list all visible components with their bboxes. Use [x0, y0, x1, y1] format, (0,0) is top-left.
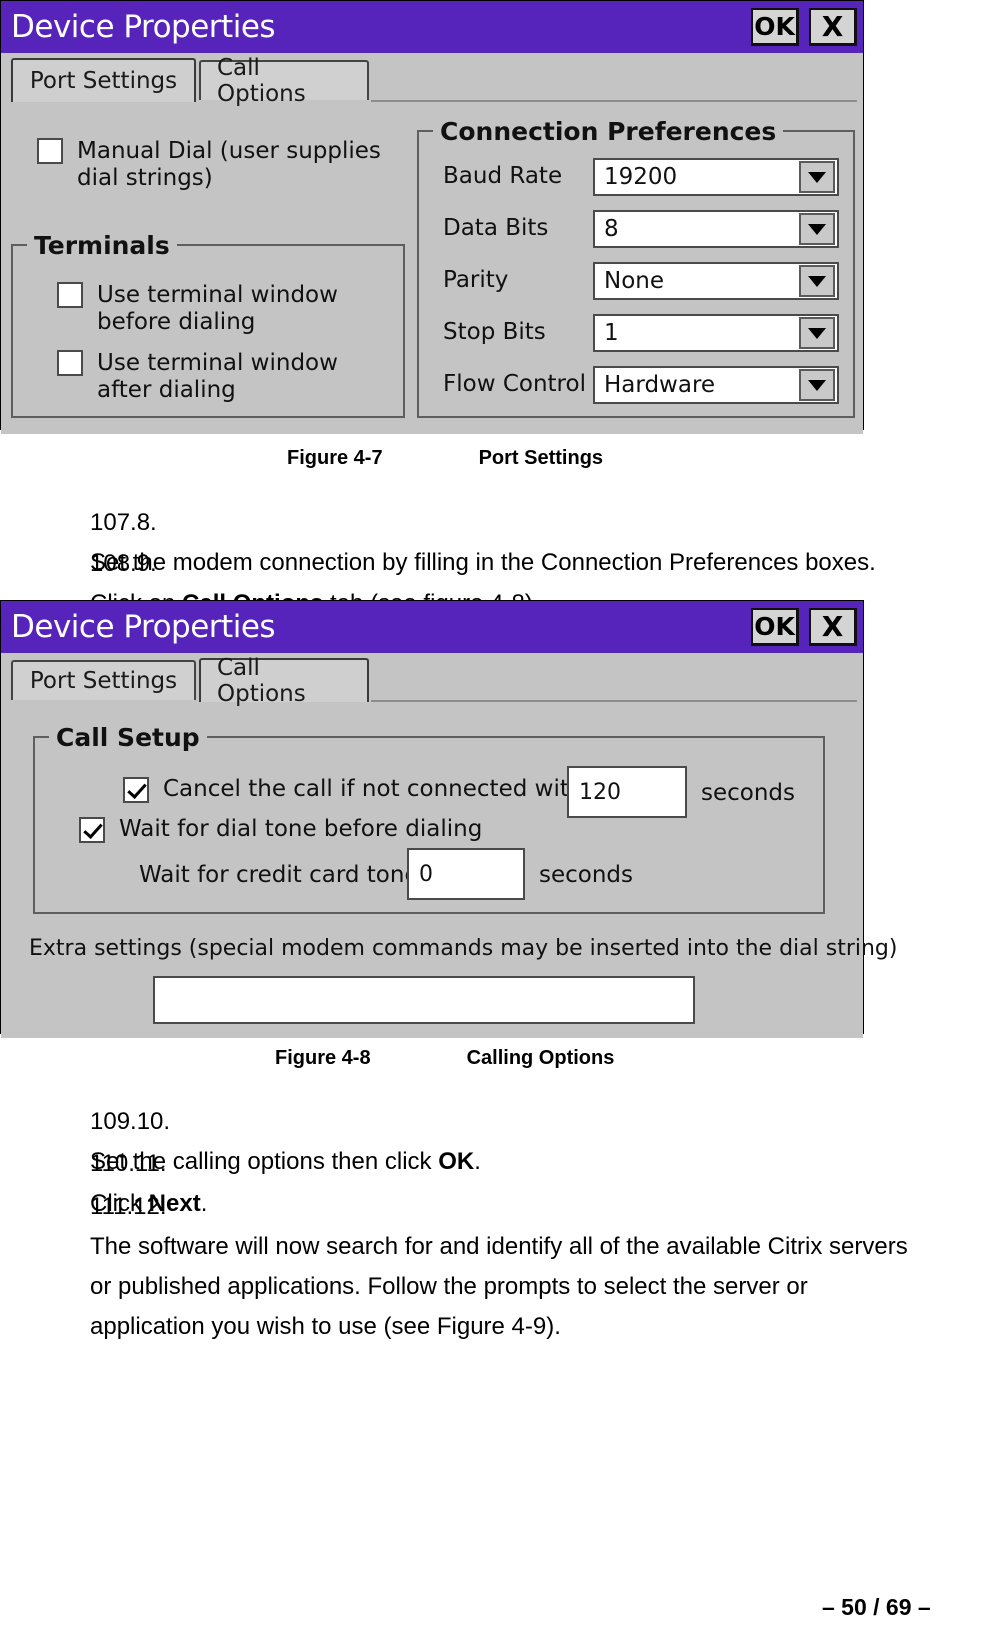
baud-rate-combobox[interactable]: 19200 — [593, 158, 839, 196]
tabstrip: Port Settings Call Options — [1, 655, 863, 707]
tab-label: Port Settings — [29, 668, 178, 694]
credit-card-tone-input[interactable]: 0 — [407, 848, 525, 900]
terminals-legend: Terminals — [27, 231, 177, 260]
use-terminal-after-row[interactable]: Use terminal window after dialing — [57, 350, 377, 404]
device-properties-dialog-port-settings: Device Properties OK X Port Settings Cal… — [0, 0, 864, 434]
stop-bits-combobox[interactable]: 1 — [593, 314, 839, 352]
use-terminal-after-checkbox[interactable] — [57, 350, 83, 376]
connection-preferences-groupbox: Connection Preferences Baud Rate 19200 D… — [417, 117, 855, 418]
step-number: 107.8. — [90, 509, 157, 536]
tab-call-options[interactable]: Call Options — [199, 655, 369, 707]
step-number: 108.9. — [90, 550, 157, 577]
dialog-titlebar: Device Properties OK X — [1, 601, 863, 653]
terminals-groupbox: Terminals Use terminal window before dia… — [11, 231, 405, 418]
use-terminal-before-label: Use terminal window before dialing — [97, 282, 338, 335]
parity-combobox[interactable]: None — [593, 262, 839, 300]
tabstrip-divider — [371, 100, 857, 102]
cancel-call-seconds-unit: seconds — [701, 780, 796, 806]
tabstrip-divider — [371, 700, 857, 702]
cancel-call-label: Cancel the call if not connected within — [163, 776, 605, 802]
figure-4-8-text: Calling Options — [466, 1047, 615, 1069]
use-terminal-before-checkbox[interactable] — [57, 282, 83, 308]
step-text: The software will now search for and ide… — [90, 1233, 908, 1340]
stop-bits-value: 1 — [604, 320, 619, 346]
dialog-body: Port Settings Call Options Call Setup Ca… — [1, 655, 897, 1038]
ok-button[interactable]: OK — [751, 8, 799, 46]
chevron-down-icon[interactable] — [799, 213, 835, 245]
titlebar-buttons: OK X — [751, 608, 857, 646]
flow-control-label: Flow Control — [443, 371, 586, 397]
dialog-titlebar: Device Properties OK X — [1, 1, 863, 53]
credit-card-tone-value: 0 — [419, 861, 433, 887]
flow-control-value: Hardware — [604, 372, 716, 398]
use-terminal-after-label: Use terminal window after dialing — [97, 350, 338, 403]
tab-label: Call Options — [217, 55, 306, 107]
figure-4-8-label: Figure 4-8 — [275, 1047, 371, 1069]
cancel-call-seconds-input[interactable]: 120 — [567, 766, 687, 818]
page-footer-text: – 50 / 69 – — [822, 1594, 931, 1620]
tab-label: Port Settings — [29, 68, 178, 94]
wait-dial-tone-checkbox[interactable] — [79, 816, 105, 843]
baud-rate-value: 19200 — [604, 164, 678, 190]
chevron-down-icon[interactable] — [799, 265, 835, 297]
credit-card-tone-label: Wait for credit card tone — [139, 862, 419, 888]
tab-port-settings[interactable]: Port Settings — [11, 660, 196, 700]
chevron-down-icon[interactable] — [799, 317, 835, 349]
stop-bits-label: Stop Bits — [443, 319, 546, 345]
dialog-title: Device Properties — [11, 9, 276, 45]
data-bits-combobox[interactable]: 8 — [593, 210, 839, 248]
flow-control-combobox[interactable]: Hardware — [593, 366, 839, 404]
parity-label: Parity — [443, 267, 509, 293]
step-111-12: 111.12. The software will now search for … — [90, 1187, 990, 1347]
data-bits-value: 8 — [604, 216, 619, 242]
credit-card-tone-unit: seconds — [539, 862, 634, 888]
page-footer: – 50 / 69 – — [822, 1594, 931, 1621]
device-properties-dialog-call-options: Device Properties OK X Port Settings Cal… — [0, 600, 897, 1038]
figure-4-7-label: Figure 4-7 — [287, 447, 383, 469]
wait-dial-tone-label: Wait for dial tone before dialing — [119, 816, 483, 842]
extra-settings-input[interactable] — [153, 976, 695, 1024]
data-bits-label: Data Bits — [443, 215, 549, 241]
use-terminal-before-row[interactable]: Use terminal window before dialing — [57, 282, 377, 336]
call-setup-groupbox: Call Setup Cancel the call if not connec… — [33, 723, 825, 914]
manual-dial-label: Manual Dial (user supplies dial strings) — [77, 138, 381, 191]
connection-preferences-legend: Connection Preferences — [433, 117, 784, 146]
wait-dial-tone-checkbox-row[interactable]: Wait for dial tone before dialing — [79, 816, 579, 843]
titlebar-buttons: OK X — [751, 8, 857, 46]
close-icon[interactable]: X — [809, 8, 857, 46]
parity-value: None — [604, 268, 665, 294]
tab-port-settings[interactable]: Port Settings — [11, 58, 196, 102]
figure-4-8-caption: Figure 4-8 Calling Options — [275, 1047, 614, 1070]
call-setup-legend: Call Setup — [49, 723, 207, 752]
chevron-down-icon[interactable] — [799, 369, 835, 401]
figure-4-7-text: Port Settings — [478, 447, 604, 469]
cancel-call-checkbox-row[interactable]: Cancel the call if not connected within — [123, 776, 604, 803]
step-number: 109.10. — [90, 1108, 171, 1135]
close-icon[interactable]: X — [809, 608, 857, 646]
step-number: 111.12. — [90, 1193, 167, 1220]
cancel-call-checkbox[interactable] — [123, 776, 149, 803]
manual-dial-checkbox-row[interactable]: Manual Dial (user supplies dial strings) — [37, 138, 387, 192]
step-number: 110.11. — [90, 1150, 167, 1177]
tab-label: Call Options — [217, 655, 306, 707]
dialog-title: Device Properties — [11, 609, 276, 645]
tabstrip: Port Settings Call Options — [1, 55, 863, 107]
tab-call-options[interactable]: Call Options — [199, 55, 369, 107]
ok-button[interactable]: OK — [751, 608, 799, 646]
figure-4-7-caption: Figure 4-7 Port Settings — [287, 447, 603, 470]
chevron-down-icon[interactable] — [799, 161, 835, 193]
cancel-call-seconds-value: 120 — [579, 779, 621, 805]
extra-settings-label: Extra settings (special modem commands m… — [29, 936, 898, 961]
dialog-body: Port Settings Call Options Manual Dial (… — [1, 55, 863, 434]
baud-rate-label: Baud Rate — [443, 163, 563, 189]
manual-dial-checkbox[interactable] — [37, 138, 63, 164]
